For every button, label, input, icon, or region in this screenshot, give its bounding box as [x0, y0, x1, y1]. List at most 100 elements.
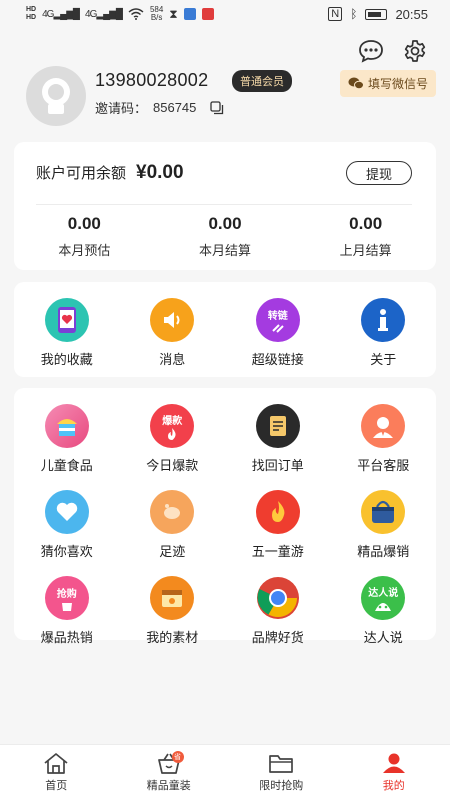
- nav-home[interactable]: 首页: [0, 745, 113, 800]
- nav-mine[interactable]: 我的: [338, 745, 450, 800]
- avatar[interactable]: [26, 66, 86, 126]
- folder-icon: [269, 755, 294, 773]
- net-speed: 584 B/s: [149, 5, 164, 22]
- hot-today-icon: 爆款: [150, 404, 195, 448]
- bag-icon: [361, 490, 406, 534]
- rush-buy-icon: 抢购: [44, 576, 89, 620]
- grid-item-messages[interactable]: 消息: [120, 298, 226, 368]
- app-notify-icon-2: [201, 8, 214, 20]
- grid-item-about[interactable]: 关于: [331, 298, 437, 368]
- nav-label: 我的: [382, 780, 405, 792]
- grid-label: 今日爆款: [146, 458, 199, 473]
- kids-food-icon: [44, 404, 89, 448]
- stat-last-month-settled[interactable]: 0.00 上月结算: [295, 214, 436, 259]
- phone-number: 13980028002: [95, 70, 209, 90]
- grid-item-brand-goods[interactable]: 品牌好货: [225, 576, 331, 646]
- stat-value: 0.00: [208, 214, 242, 233]
- info-icon: [361, 298, 406, 342]
- grid-item-hot-sales[interactable]: 抢购 爆品热销: [14, 576, 120, 646]
- hourglass-icon: ⧗: [169, 6, 178, 21]
- invite-label: 邀请码：: [95, 101, 148, 116]
- grid-label: 消息: [159, 352, 186, 367]
- stat-value: 0.00: [67, 214, 101, 233]
- grid-label: 足迹: [159, 544, 186, 559]
- bottom-navigation: 首页 省 精品童装 限时抢购 我的: [0, 744, 450, 800]
- member-level-badge: 普通会员: [232, 70, 292, 92]
- hd2-text: HD: [26, 14, 37, 21]
- grid-item-best-sellers[interactable]: 精品爆销: [331, 490, 437, 560]
- nav-label: 限时抢购: [259, 780, 304, 792]
- grid-item-kids-food[interactable]: 儿童食品: [14, 404, 120, 474]
- grid-label: 爆品热销: [40, 630, 93, 645]
- divider: [36, 204, 412, 205]
- chrome-icon: [255, 576, 300, 620]
- stat-this-month-estimate[interactable]: 0.00 本月预估: [14, 214, 155, 259]
- grid-label: 品牌好货: [251, 630, 304, 645]
- gear-icon: [404, 40, 426, 62]
- grid-item-guess-like[interactable]: 猜你喜欢: [14, 490, 120, 560]
- shop-categories-card: 儿童食品 爆款 今日爆款 找回订单 平台客服 猜你喜欢 足迹 五一童游 精品爆销…: [14, 388, 436, 645]
- talent-icon: 达人说: [361, 576, 406, 620]
- earnings-stats: 0.00 本月预估 0.00 本月结算 0.00 上月结算: [14, 214, 436, 259]
- copy-icon[interactable]: [210, 100, 224, 115]
- hd1-text: HD: [26, 6, 37, 13]
- profile-icon: [382, 753, 405, 773]
- grid-label: 达人说: [363, 630, 403, 645]
- link-icon: 转链: [255, 298, 300, 342]
- battery-icon: [365, 8, 388, 20]
- material-icon: [150, 576, 195, 620]
- grid-item-footprint[interactable]: 足迹: [120, 490, 226, 560]
- stat-this-month-settled[interactable]: 0.00 本月结算: [155, 214, 296, 259]
- grid-label: 猜你喜欢: [40, 544, 93, 559]
- grid-item-customer-service[interactable]: 平台客服: [331, 404, 437, 474]
- wifi-icon: [128, 8, 144, 20]
- wechat-button-label: 填写微信号: [367, 77, 428, 91]
- app-notify-icon: [183, 8, 196, 20]
- grid-label: 我的素材: [146, 630, 199, 645]
- grid-item-super-link[interactable]: 转链 超级链接: [225, 298, 331, 368]
- grid-label: 儿童食品: [40, 458, 93, 473]
- invite-code: 856745: [153, 100, 197, 115]
- stat-label: 上月结算: [339, 243, 392, 258]
- stat-value: 0.00: [349, 214, 383, 233]
- grid-item-find-order[interactable]: 找回订单: [225, 404, 331, 474]
- grid-label: 找回订单: [251, 458, 304, 473]
- bluetooth-icon: ᛒ: [350, 7, 358, 21]
- nav-kids-clothing[interactable]: 省 精品童装: [113, 745, 226, 800]
- balance-row: 账户可用余额 ¥0.00: [36, 162, 184, 184]
- invite-code-row: 邀请码： 856745: [95, 98, 224, 117]
- wechat-icon: [348, 77, 364, 90]
- favorite-phone-icon: [44, 298, 89, 342]
- grid-label: 平台客服: [357, 458, 410, 473]
- signal-icon-2: 4G▂▄▆█: [85, 8, 123, 20]
- message-button[interactable]: [358, 38, 384, 64]
- clock: 20:55: [395, 6, 428, 22]
- chat-bubble-icon: [359, 40, 383, 63]
- heart-icon: [44, 490, 89, 534]
- grid-item-hot-today[interactable]: 爆款 今日爆款: [120, 404, 226, 474]
- grid-item-my-materials[interactable]: 我的素材: [120, 576, 226, 646]
- nav-label: 精品童装: [146, 780, 191, 792]
- hd-indicator: HD HD: [26, 6, 36, 22]
- balance-amount: ¥0.00: [136, 162, 184, 183]
- fill-wechat-button[interactable]: 填写微信号: [339, 70, 436, 97]
- status-bar: HD HD 4G▂▄▆█ 4G▂▄▆█ 584 B/s ⧗ N ᛒ 20:55: [0, 0, 450, 28]
- default-avatar-icon: [42, 78, 70, 114]
- categories-grid: 儿童食品 爆款 今日爆款 找回订单 平台客服 猜你喜欢 足迹 五一童游 精品爆销…: [14, 404, 436, 646]
- balance-card: 账户可用余额 ¥0.00 提现 0.00 本月预估 0.00 本月结算 0.00…: [14, 142, 436, 270]
- home-icon: [44, 753, 68, 774]
- order-icon: [255, 404, 300, 448]
- grid-label: 精品爆销: [357, 544, 410, 559]
- footprint-icon: [150, 490, 195, 534]
- settings-button[interactable]: [402, 38, 428, 64]
- signal-icon: 4G▂▄▆█: [42, 8, 80, 20]
- grid-item-talent-talk[interactable]: 达人说 达人说: [331, 576, 437, 646]
- grid-label: 关于: [370, 352, 397, 367]
- nav-flash-sale[interactable]: 限时抢购: [225, 745, 338, 800]
- stat-label: 本月预估: [58, 243, 111, 258]
- withdraw-button[interactable]: 提现: [346, 161, 412, 185]
- tools-card: 我的收藏 消息 转链 超级链接 关于: [14, 282, 436, 377]
- speaker-icon: [150, 298, 195, 342]
- grid-item-favorites[interactable]: 我的收藏: [14, 298, 120, 368]
- grid-item-may-day-trip[interactable]: 五一童游: [225, 490, 331, 560]
